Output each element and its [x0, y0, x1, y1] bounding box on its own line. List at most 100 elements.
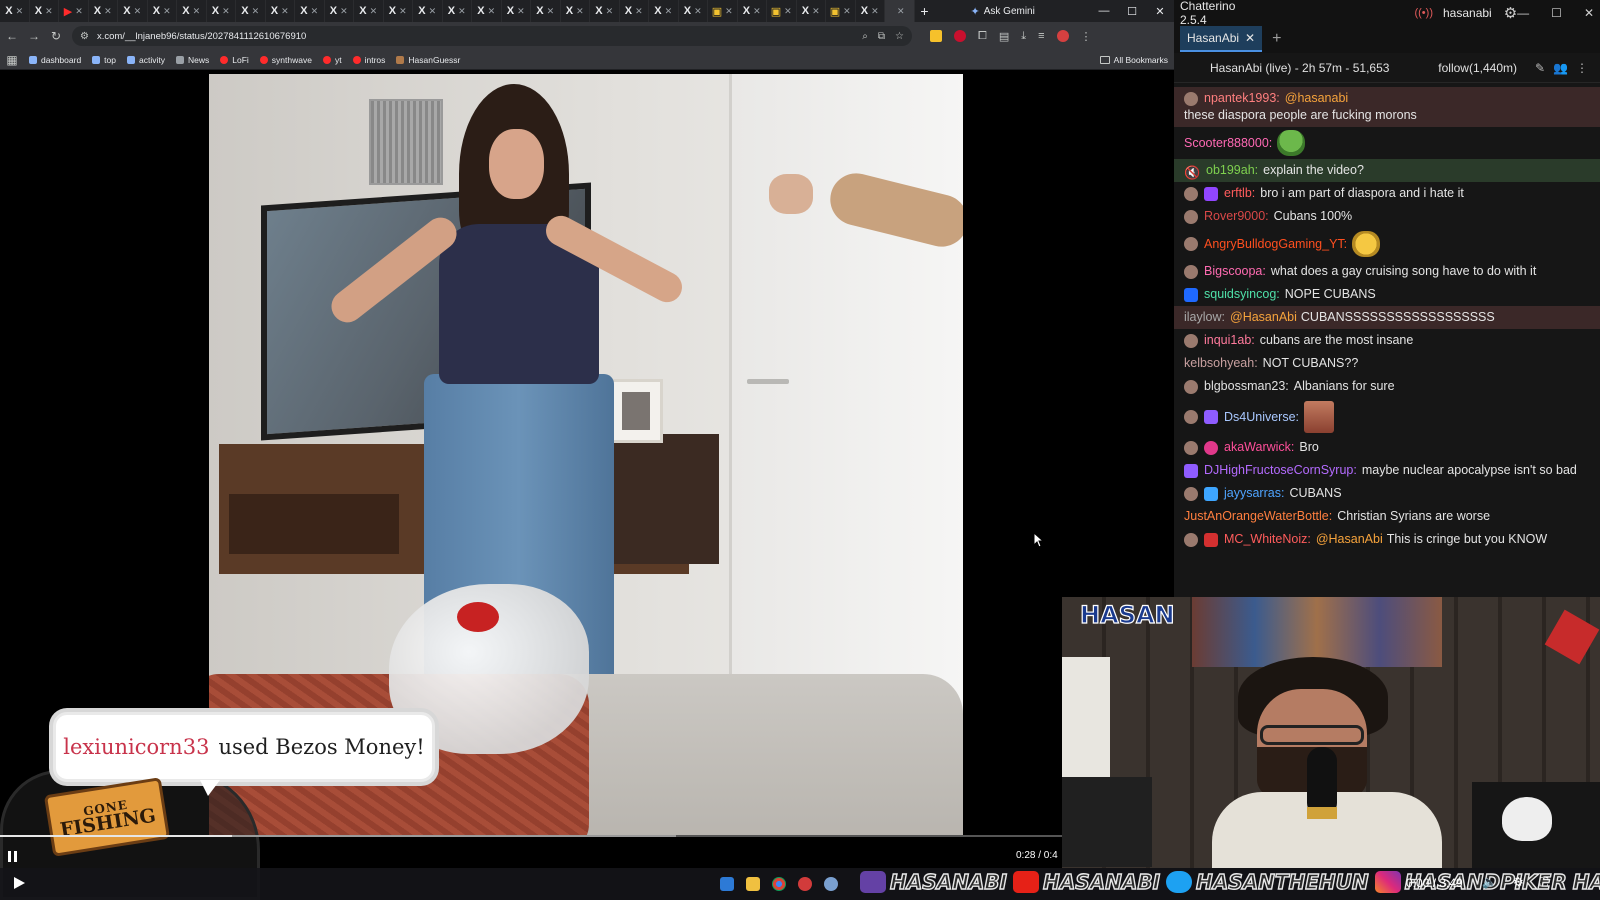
chat-username[interactable]: npantek1993: [1204, 90, 1280, 107]
chat-message[interactable]: jayysarras: CUBANS [1184, 482, 1584, 505]
tab-close-icon[interactable]: ✕ [843, 6, 851, 17]
minimize-window-icon[interactable]: — [1090, 5, 1118, 18]
tab-close-icon[interactable]: ✕ [45, 6, 53, 17]
add-tab-icon[interactable]: + [1272, 30, 1281, 48]
badge-pur-icon[interactable] [1204, 410, 1218, 424]
badge-sub-icon[interactable] [1184, 379, 1198, 394]
badge-sub-icon[interactable] [1184, 486, 1198, 501]
tab-close-icon[interactable]: ✕ [134, 6, 142, 17]
badge-prime-icon[interactable] [1184, 287, 1198, 302]
tab-close-icon[interactable]: ✕ [576, 6, 584, 17]
fullscreen-icon[interactable]: ⛶ [1540, 875, 1548, 890]
tab-close-icon[interactable]: ✕ [871, 6, 879, 17]
extension-yellow-icon[interactable] [930, 30, 942, 42]
browser-tab[interactable]: X ✕ [325, 0, 354, 22]
forward-icon[interactable]: → [28, 29, 40, 43]
chat-message[interactable]: MC_WhiteNoiz: @HasanAbi This is cringe but… [1184, 528, 1584, 551]
account-name[interactable]: hasanabi [1443, 6, 1492, 20]
bookmark-item[interactable]: HasanGuessr [396, 55, 460, 65]
browser-tab[interactable]: X ✕ [148, 0, 177, 22]
reload-icon[interactable]: ↻ [50, 29, 62, 43]
browser-tab[interactable]: X ✕ [236, 0, 266, 22]
tab-close-icon[interactable]: ✕ [897, 6, 905, 17]
tab-close-icon[interactable]: ✕ [488, 6, 496, 17]
browser-tab[interactable]: X ✕ [561, 0, 590, 22]
chat-message[interactable]: AngryBulldogGaming_YT: [1184, 228, 1584, 260]
chat-username[interactable]: DJHighFructoseCornSyrup: [1204, 462, 1357, 479]
chat-message[interactable]: kelbsohyeah: NOT CUBANS?? [1184, 352, 1584, 375]
minimize-icon[interactable]: — [1517, 6, 1529, 20]
chat-message[interactable]: inqui1ab: cubans are the most insane [1184, 329, 1584, 352]
browser-tab[interactable]: X ✕ [531, 0, 561, 22]
chat-message[interactable]: erftlb: bro i am part of diaspora and i h… [1184, 182, 1584, 205]
edit-pencil-icon[interactable]: ✎ [1535, 61, 1545, 75]
chat-message-list[interactable]: npantek1993: @hasanabi these diaspora peop… [1174, 83, 1600, 551]
browser-tab[interactable]: X ✕ [679, 0, 708, 22]
tab-close-icon[interactable]: ✕ [784, 6, 792, 17]
download-icon[interactable]: ⤓ [1021, 30, 1026, 43]
badge-sub-icon[interactable] [1184, 410, 1198, 424]
bookmark-star-icon[interactable]: ☆ [895, 31, 904, 42]
tab-close-icon[interactable]: ✕ [222, 6, 230, 17]
tab-close-icon[interactable]: ✕ [635, 6, 643, 17]
back-icon[interactable]: ← [6, 29, 18, 43]
channel-menu-icon[interactable]: ⋮ [1576, 61, 1588, 75]
chat-username[interactable]: inqui1ab: [1204, 332, 1255, 349]
browser-tab[interactable]: ▣ ✕ [708, 0, 738, 22]
badge-sub-icon[interactable] [1184, 333, 1198, 348]
tab-close-icon[interactable]: ✕ [665, 6, 673, 17]
browser-tab[interactable]: X ✕ [295, 0, 325, 22]
browser-tab[interactable]: X ✕ [590, 0, 620, 22]
zoom-icon[interactable]: ⌕ [862, 31, 868, 42]
menu-kebab-icon[interactable]: ⋮ [1081, 30, 1092, 43]
chat-username[interactable]: Ds4Universe: [1224, 409, 1299, 426]
chat-username[interactable]: squidsyincog: [1204, 286, 1280, 303]
settings-gear-icon[interactable]: ⚙ [1504, 4, 1517, 22]
all-bookmarks-button[interactable]: All Bookmarks [1099, 55, 1168, 65]
tab-close-icon[interactable]: ✕ [311, 6, 319, 17]
media-icon[interactable]: ≡ [1038, 30, 1044, 42]
site-settings-icon[interactable]: ⚙ [80, 31, 89, 42]
tab-close-icon[interactable]: ✕ [281, 6, 289, 17]
browser-tab[interactable]: X ✕ [0, 0, 30, 22]
badge-crown-icon[interactable] [1204, 486, 1218, 501]
browser-tab[interactable]: ▶ ✕ [59, 0, 89, 22]
maximize-window-icon[interactable]: ☐ [1118, 5, 1146, 18]
bookmark-item[interactable]: top [92, 55, 116, 65]
bookmark-item[interactable]: activity [127, 55, 165, 65]
chat-message[interactable]: Rover9000: Cubans 100% [1184, 205, 1584, 228]
chat-message[interactable]: ilaylow: @HasanAbi CUBANSSSSSSSSSSSSSSSSSS [1174, 306, 1600, 329]
tab-close-icon[interactable]: ✕ [429, 6, 437, 17]
pause-icon[interactable] [8, 851, 22, 865]
chat-username[interactable]: blgbossman23: [1204, 378, 1289, 395]
tab-close-icon[interactable]: ✕ [725, 6, 733, 17]
tab-close-icon[interactable]: ✕ [606, 6, 614, 17]
emote-pepe-icon[interactable] [1277, 130, 1306, 156]
chat-username[interactable]: erftlb: [1224, 185, 1255, 202]
browser-tab[interactable]: X ✕ [207, 0, 236, 22]
badge-gift-icon[interactable] [1204, 186, 1218, 201]
viewer-list-icon[interactable]: 👥 [1553, 61, 1568, 75]
badge-sub-icon[interactable] [1184, 237, 1198, 251]
profile-avatar-icon[interactable] [1056, 30, 1069, 42]
browser-tab[interactable]: ▣ ✕ [767, 0, 797, 22]
emote-face-icon[interactable] [1304, 401, 1335, 433]
url-bar[interactable]: ⚙ x.com/__lnjaneb96/status/2027841112610… [72, 26, 912, 46]
badge-sub-icon[interactable] [1184, 440, 1198, 455]
extensions-puzzle-icon[interactable]: ⧠ [978, 30, 987, 43]
browser-tab[interactable]: X ✕ [30, 0, 59, 22]
file-explorer-icon[interactable] [746, 877, 760, 891]
chat-username[interactable]: JustAnOrangeWaterBottle: [1184, 508, 1332, 525]
chat-username[interactable]: Rover9000: [1204, 208, 1269, 225]
browser-tab[interactable]: X ✕ [354, 0, 384, 22]
browser-tab[interactable]: X ✕ [266, 0, 295, 22]
bookmark-item[interactable]: LoFi [220, 55, 249, 65]
chat-message[interactable]: akaWarwick: Bro [1184, 436, 1584, 459]
tab-close-icon[interactable]: ✕ [694, 6, 702, 17]
browser-tab[interactable]: X ✕ [177, 0, 207, 22]
chat-username[interactable]: Scooter888000: [1184, 135, 1272, 152]
chat-username[interactable]: ob199ah: [1206, 162, 1258, 179]
chrome-icon[interactable] [772, 877, 786, 891]
badge-mute-icon[interactable]: 🔇 [1184, 164, 1200, 180]
chat-message[interactable]: squidsyincog: NOPE CUBANS [1184, 283, 1584, 306]
